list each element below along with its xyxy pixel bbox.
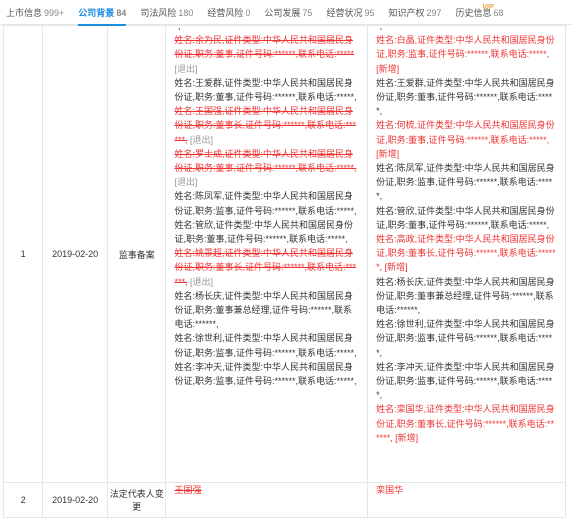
before-change-list: *, 姓名:余为民,证件类型:中华人民共和国居民身份证,职务:董事,证件号码:**… (174, 26, 359, 388)
exit-tag: [退出] (190, 276, 214, 287)
row-number: 2 (2, 482, 44, 518)
entry-text: 姓名:徐世利,证件类型:中华人民共和国居民身份证,职务:监事,证件号码:****… (376, 319, 555, 358)
entry-text: 姓名:罗士成,证件类型:中华人民共和国居民身份证,职务:董事,证件号码:****… (174, 148, 357, 174)
tab-label: 司法风险 (140, 7, 177, 18)
list-item: 姓名:罗士成,证件类型:中华人民共和国居民身份证,职务:董事,证件号码:****… (174, 147, 359, 190)
change-date: 2019-02-20 (42, 25, 109, 483)
before-change-cell: 王国强 (165, 482, 369, 518)
entry-text: 姓名:李冲天,证件类型:中华人民共和国居民身份证,职务:监事,证件号码:****… (376, 361, 555, 401)
change-records-table: 1 2019-02-20 监事备案 *, 姓名:余为民,证件类型:中华人民共和国居… (2, 25, 566, 518)
tab-count: 999+ (44, 7, 65, 18)
tab-count: 84 (116, 7, 127, 18)
list-item: 姓名:管欣,证件类型:中华人民共和国居民身份证,职务:董事,证件号码:*****… (174, 218, 359, 246)
tab-judicial-risk[interactable]: 司法风险 180 (140, 6, 193, 19)
tab-count: 0 (245, 7, 251, 18)
list-item: *, (376, 26, 557, 33)
tab-business-risk[interactable]: 经营风险 0 (207, 6, 250, 19)
list-item: 姓名:王爱群,证件类型:中华人民共和国居民身份证,职务:董事,证件号码:****… (174, 76, 359, 104)
exit-tag: [退出] (190, 134, 214, 145)
after-change-cell: *, 姓名:白晶,证件类型:中华人民共和国居民身份证,职务:监事,证件号码:***… (367, 25, 566, 483)
list-item: 姓名:徐世利,证件类型:中华人民共和国居民身份证,职务:监事,证件号码:****… (376, 317, 557, 360)
entry-text: 姓名:徐世利,证件类型:中华人民共和国居民身份证,职务:监事,证件号码:****… (174, 333, 357, 358)
table-row: 2 2019-02-20 法定代表人变更 王国强 栾国华 (2, 482, 566, 518)
list-item: 姓名:姚景超,证件类型:中华人民共和国居民身份证,职务:董事长,证件号码:***… (174, 246, 359, 289)
row-number: 1 (2, 25, 44, 483)
tab-label: 公司发展 (264, 7, 301, 18)
change-type: 监事备案 (107, 25, 167, 483)
change-date: 2019-02-20 (42, 482, 109, 518)
exit-tag: [退出] (174, 177, 198, 188)
tab-count: 297 (426, 7, 442, 18)
vip-badge: VIP (482, 3, 494, 11)
table-row: 1 2019-02-20 监事备案 *, 姓名:余为民,证件类型:中华人民共和国居… (2, 25, 566, 483)
tab-history-info[interactable]: 历史信息 68 VIP (456, 3, 504, 19)
entry-text: *, (174, 26, 181, 31)
before-legal-rep: 王国强 (174, 485, 202, 495)
entry-text: *, (376, 26, 383, 31)
tab-company-background[interactable]: 公司背景 84 (78, 6, 127, 26)
after-change-list: *, 姓名:白晶,证件类型:中华人民共和国居民身份证,职务:监事,证件号码:***… (376, 26, 557, 445)
entry-text: 姓名:管欣,证件类型:中华人民共和国居民身份证,职务:董事,证件号码:*****… (376, 205, 555, 230)
list-item: 姓名:李冲天,证件类型:中华人民共和国居民身份证,职务:监事,证件号码:****… (376, 360, 557, 403)
entry-text: 姓名:陈凤军,证件类型:中华人民共和国居民身份证,职务:监事,证件号码:****… (174, 191, 357, 216)
tab-label: 上市信息 (6, 7, 43, 18)
tab-label: 知识产权 (388, 7, 425, 18)
entry-text: 姓名:王爱群,证件类型:中华人民共和国居民身份证,职务:董事,证件号码:****… (376, 77, 555, 117)
entry-text: 姓名:李冲天,证件类型:中华人民共和国居民身份证,职务:监事,证件号码:****… (174, 361, 357, 387)
list-item: 姓名:白晶,证件类型:中华人民共和国居民身份证,职务:监事,证件号码:*****… (376, 33, 557, 76)
tab-count: 180 (178, 7, 194, 18)
entry-text: 姓名:王爱群,证件类型:中华人民共和国居民身份证,职务:董事,证件号码:****… (174, 77, 357, 103)
tab-intellectual-property[interactable]: 知识产权 297 (388, 6, 441, 19)
added-tag: [新增] (395, 432, 419, 443)
before-change-cell: *, 姓名:余为民,证件类型:中华人民共和国居民身份证,职务:董事,证件号码:**… (165, 25, 369, 483)
tab-business-status[interactable]: 经营状况 95 (326, 6, 374, 19)
tab-listing-info[interactable]: 上市信息 999+ (6, 6, 64, 19)
entry-text: 姓名:白晶,证件类型:中华人民共和国居民身份证,职务:监事,证件号码:*****… (376, 35, 555, 60)
entry-text: 姓名:杨长庆,证件类型:中华人民共和国居民身份证,职务:董事兼总经理,证件号码:… (174, 290, 353, 330)
list-item: 姓名:王国强,证件类型:中华人民共和国居民身份证,职务:董事长,证件号码:***… (174, 104, 359, 147)
entry-text: 姓名:何梳,证件类型:中华人民共和国居民身份证,职务:董事,证件号码:*****… (376, 120, 555, 145)
tab-label: 公司背景 (78, 7, 115, 18)
tab-count: 95 (364, 7, 375, 18)
list-item: 姓名:陈凤军,证件类型:中华人民共和国居民身份证,职务:监事,证件号码:****… (174, 189, 359, 217)
list-item: 姓名:杨长庆,证件类型:中华人民共和国居民身份证,职务:董事兼总经理,证件号码:… (376, 275, 557, 318)
list-item: 姓名:何梳,证件类型:中华人民共和国居民身份证,职务:董事,证件号码:*****… (376, 118, 557, 161)
entry-text: 姓名:杨长庆,证件类型:中华人民共和国居民身份证,职务:董事兼总经理,证件号码:… (376, 276, 555, 316)
entry-text: 姓名:管欣,证件类型:中华人民共和国居民身份证,职务:董事,证件号码:*****… (174, 219, 353, 245)
list-item: 姓名:高政,证件类型:中华人民共和国居民身份证,职务:董事长,证件号码:****… (376, 232, 557, 275)
list-item: 姓名:陈凤军,证件类型:中华人民共和国居民身份证,职务:监事,证件号码:****… (376, 161, 557, 204)
list-item: 姓名:管欣,证件类型:中华人民共和国居民身份证,职务:董事,证件号码:*****… (376, 204, 557, 232)
entry-text: 姓名:余为民,证件类型:中华人民共和国居民身份证,职务:董事,证件号码:****… (174, 35, 354, 60)
after-legal-rep: 栾国华 (376, 485, 404, 495)
list-item: 姓名:余为民,证件类型:中华人民共和国居民身份证,职务:董事,证件号码:****… (174, 33, 359, 76)
list-item: 姓名:王爱群,证件类型:中华人民共和国居民身份证,职务:董事,证件号码:****… (376, 76, 557, 119)
exit-tag: [退出] (174, 63, 198, 74)
list-item: 姓名:李冲天,证件类型:中华人民共和国居民身份证,职务:监事,证件号码:****… (174, 360, 359, 388)
added-tag: [新增] (384, 262, 408, 273)
list-item: 姓名:栾国华,证件类型:中华人民共和国居民身份证,职务:董事长,证件号码:***… (376, 402, 557, 445)
added-tag: [新增] (376, 63, 400, 74)
tab-label: 经营状况 (326, 7, 363, 18)
added-tag: [新增] (376, 148, 400, 159)
tab-bar: 上市信息 999+ 公司背景 84 司法风险 180 经营风险 0 公司发展 75 经营状… (0, 0, 572, 26)
after-change-cell: 栾国华 (367, 482, 566, 518)
tab-company-development[interactable]: 公司发展 75 (264, 6, 312, 19)
list-item: *, (174, 26, 359, 33)
tab-count: 68 (493, 7, 504, 18)
tab-label: 经营风险 (207, 7, 244, 18)
list-item: 姓名:杨长庆,证件类型:中华人民共和国居民身份证,职务:董事兼总经理,证件号码:… (174, 289, 359, 332)
entry-text: 姓名:陈凤军,证件类型:中华人民共和国居民身份证,职务:监事,证件号码:****… (376, 163, 555, 202)
list-item: 姓名:徐世利,证件类型:中华人民共和国居民身份证,职务:监事,证件号码:****… (174, 331, 359, 359)
change-type: 法定代表人变更 (107, 482, 167, 518)
tab-count: 75 (302, 7, 313, 18)
